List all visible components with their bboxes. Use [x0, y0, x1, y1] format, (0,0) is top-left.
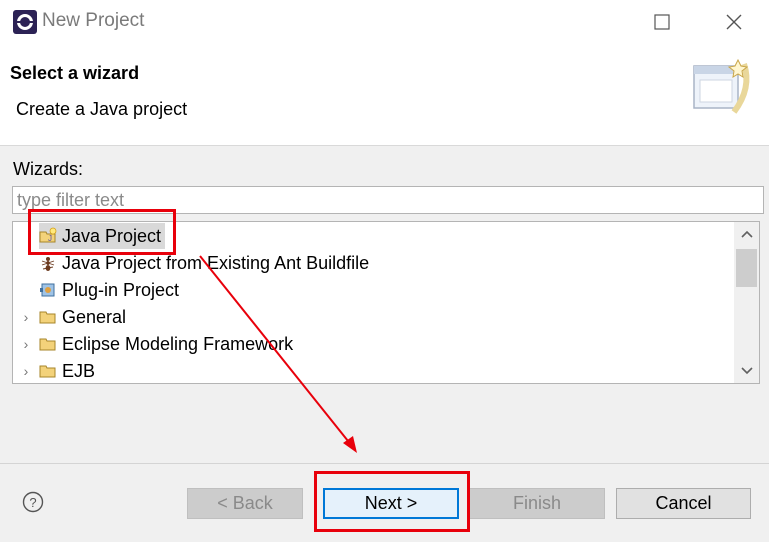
folder-icon — [39, 311, 56, 324]
eclipse-app-icon — [13, 10, 37, 34]
maximize-button[interactable] — [642, 6, 682, 38]
tree-item-label: Plug-in Project — [62, 279, 180, 300]
new-project-dialog: New Project Select a wizard Create a Jav… — [0, 0, 769, 542]
annotation-box-java-project — [28, 209, 176, 255]
wizard-banner-icon — [693, 58, 750, 114]
cancel-button[interactable]: Cancel — [616, 488, 751, 519]
tree-item-general[interactable]: › General — [13, 304, 126, 330]
page-title: Select a wizard — [10, 63, 140, 83]
expand-chevron-icon[interactable]: › — [13, 309, 39, 325]
maximize-icon — [654, 14, 670, 30]
scroll-down-button[interactable] — [734, 359, 759, 383]
finish-button[interactable]: Finish — [469, 488, 605, 519]
help-icon[interactable]: ? — [22, 491, 44, 513]
tree-item-emf[interactable]: › Eclipse Modeling Framework — [13, 331, 293, 357]
chevron-up-icon — [740, 230, 753, 238]
scroll-up-button[interactable] — [734, 222, 759, 246]
tree-item-label: Eclipse Modeling Framework — [62, 333, 294, 354]
tree-item-plugin-project[interactable]: Plug-in Project — [39, 277, 179, 303]
close-button[interactable] — [714, 6, 754, 38]
folder-icon — [39, 338, 56, 351]
close-icon — [726, 14, 742, 30]
back-button[interactable]: < Back — [187, 488, 303, 519]
chevron-down-icon — [740, 367, 753, 375]
scroll-thumb[interactable] — [736, 249, 757, 287]
expand-chevron-icon[interactable]: › — [13, 363, 39, 379]
tree-scrollbar[interactable] — [734, 222, 759, 383]
annotation-box-next — [314, 471, 470, 532]
tree-item-label: Java Project from Existing Ant Buildfile — [62, 252, 370, 273]
wizards-label: Wizards: — [13, 159, 84, 179]
tree-item-label: General — [62, 306, 127, 327]
title-bar: New Project — [0, 0, 769, 44]
window-title: New Project — [42, 10, 145, 31]
plugin-icon — [40, 283, 55, 297]
tree-item-label: EJB — [62, 360, 96, 381]
tree-item-ejb[interactable]: › EJB — [13, 358, 96, 383]
footer-divider — [0, 463, 769, 464]
expand-chevron-icon[interactable]: › — [13, 336, 39, 352]
folder-icon — [39, 365, 56, 378]
wizard-header: Select a wizard Create a Java project — [0, 44, 769, 146]
ant-icon — [41, 257, 55, 271]
svg-text:?: ? — [29, 495, 36, 510]
page-description: Create a Java project — [16, 99, 188, 119]
